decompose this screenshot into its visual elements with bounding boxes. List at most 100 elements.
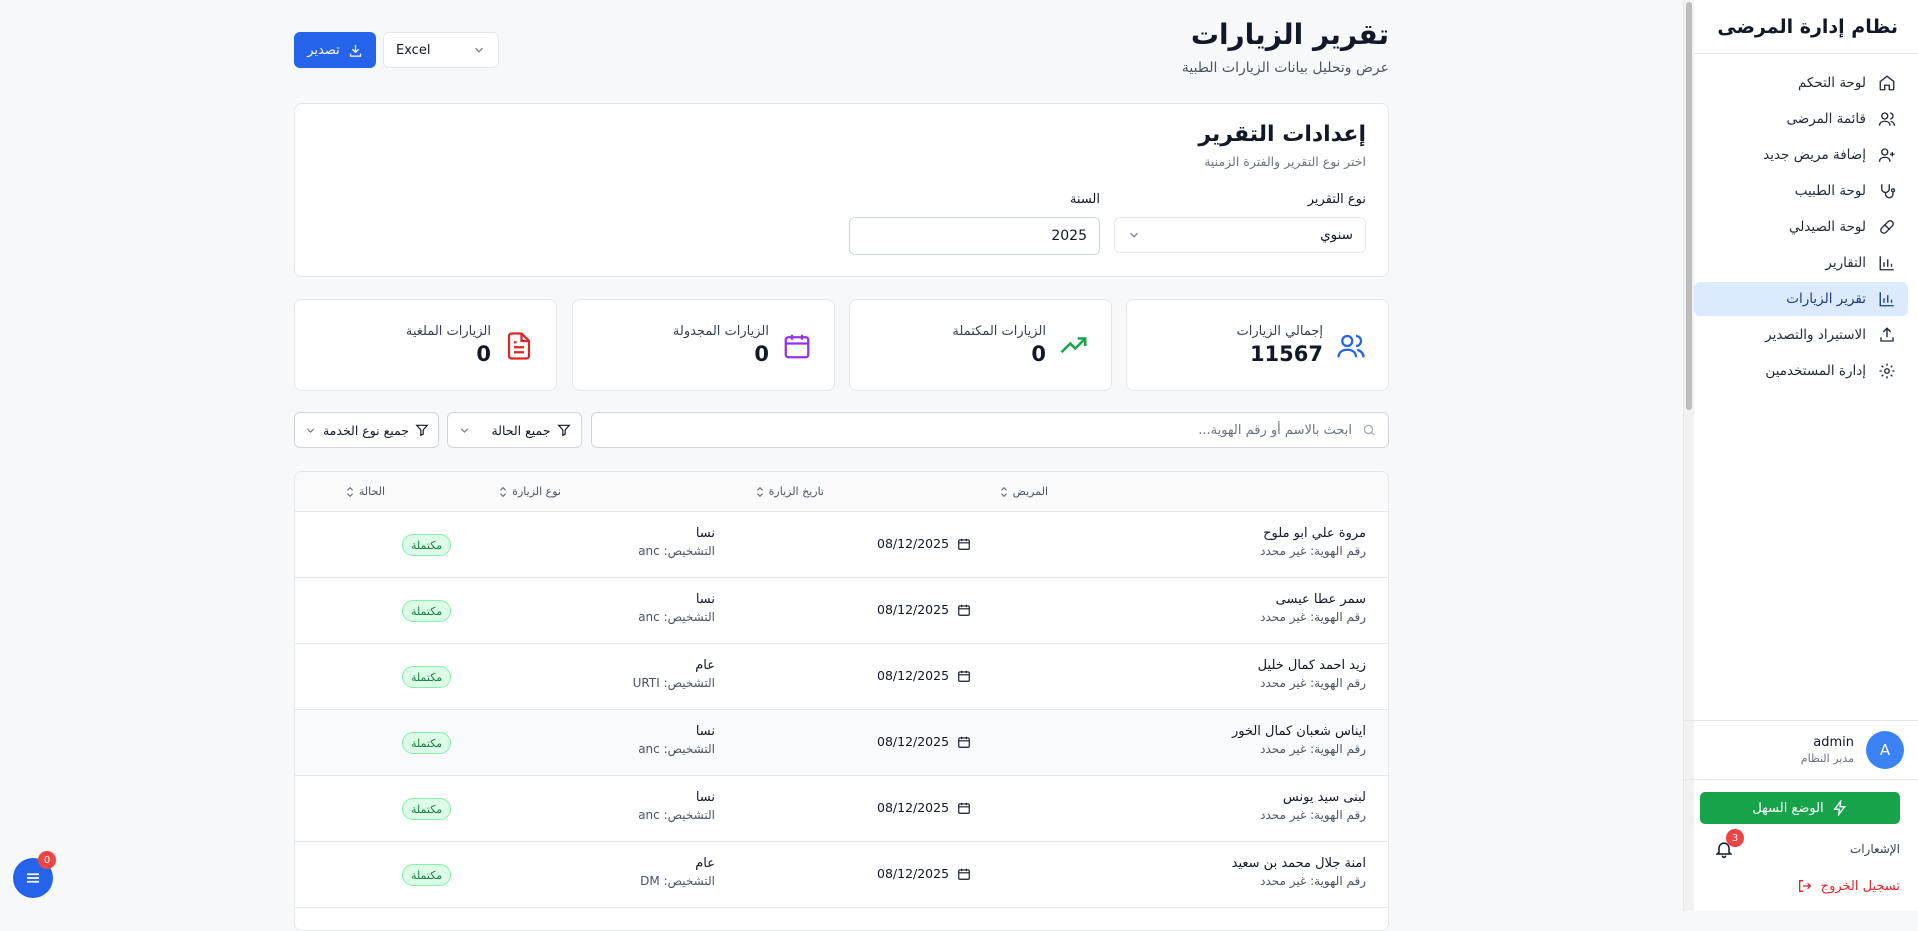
- upload-icon: [1880, 327, 1894, 342]
- visit-type-cell: نسا التشخيص: anc: [638, 526, 715, 558]
- settings-title: إعدادات التقرير: [1198, 122, 1366, 147]
- user-panel[interactable]: A admin مدير النظام: [1684, 720, 1918, 780]
- sidebar-item-label: الاستيراد والتصدير: [1765, 327, 1866, 343]
- column-label: المريض: [1012, 485, 1048, 498]
- service-filter-label: جميع نوع الخدمة: [322, 422, 410, 438]
- sidebar-item-users[interactable]: إدارة المستخدمين: [1694, 354, 1908, 388]
- stat-card-completed: الزيارات المكتملة 0: [849, 299, 1112, 391]
- report-type-select[interactable]: سنوي: [1114, 217, 1366, 253]
- sidebar-item-import-export[interactable]: الاستيراد والتصدير: [1694, 318, 1908, 352]
- sidebar-item-add-patient[interactable]: إضافة مريض جديد: [1694, 138, 1908, 172]
- zap-icon: [1833, 800, 1846, 816]
- stat-card-total: إجمالي الزيارات 11567: [1126, 299, 1389, 391]
- export-format-select[interactable]: Excel: [383, 32, 499, 68]
- status-badge: مكتملة: [402, 666, 452, 688]
- year-label: السنة: [1069, 192, 1100, 207]
- status-badge: مكتملة: [402, 600, 452, 622]
- export-button[interactable]: تصدير: [294, 32, 376, 68]
- year-input[interactable]: 2025: [849, 217, 1100, 255]
- sidebar-item-visits-report[interactable]: تقرير الزيارات: [1694, 282, 1908, 316]
- table-row[interactable]: امنة جلال محمد بن سعيد رقم الهوية: غير مح…: [295, 842, 1388, 908]
- easy-mode-button[interactable]: الوضع السهل: [1700, 792, 1900, 824]
- visit-date: 08/12/2025: [877, 734, 950, 749]
- table-row[interactable]: لبنى سيد يونس رقم الهوية: غير محدد 08/12/…: [295, 776, 1388, 842]
- table-row[interactable]: ايناس شعبان كمال الخور رقم الهوية: غير مح…: [295, 710, 1388, 776]
- sidebar-item-label: التقارير: [1825, 255, 1866, 271]
- visits-table: المريض تاريخ الزيارة نوع الزيارة الحالة …: [294, 471, 1389, 931]
- sidebar-item-reports[interactable]: التقارير: [1694, 246, 1908, 280]
- visit-type: نسا: [695, 790, 715, 805]
- patient-cell: سمر عطا عيسى رقم الهوية: غير محدد: [1260, 592, 1366, 624]
- calendar-icon: [958, 868, 970, 880]
- calendar-icon: [958, 802, 970, 814]
- visit-type-cell: عام التشخيص: URTI: [633, 658, 715, 690]
- column-label: الحالة: [358, 485, 385, 498]
- bar-chart-icon: [1879, 256, 1894, 271]
- diagnosis: التشخيص: URTI: [632, 676, 715, 690]
- sidebar-item-pharmacist[interactable]: لوحة الصيدلي: [1694, 210, 1908, 244]
- calendar-icon: [958, 538, 970, 550]
- patient-name: زيد احمد كمال خليل: [1257, 658, 1366, 673]
- notifications-badge: 3: [1726, 829, 1744, 847]
- patient-cell: امنة جلال محمد بن سعيد رقم الهوية: غير مح…: [1232, 856, 1366, 888]
- patient-cell: لبنى سيد يونس رقم الهوية: غير محدد: [1260, 790, 1366, 822]
- patient-id: رقم الهوية: غير محدد: [1260, 874, 1366, 888]
- scrollbar-thumb[interactable]: [1686, 2, 1692, 410]
- status-badge: مكتملة: [402, 732, 452, 754]
- patient-cell: مروة علي ابو ملوح رقم الهوية: غير محدد: [1260, 526, 1366, 558]
- patient-name: لبنى سيد يونس: [1282, 790, 1366, 805]
- notifications-row[interactable]: الإشعارات 3: [1700, 829, 1900, 862]
- status-badge: مكتملة: [402, 534, 452, 556]
- chevron-down-icon: [461, 427, 469, 433]
- visit-type: عام: [695, 658, 715, 673]
- column-status[interactable]: الحالة: [345, 485, 385, 498]
- column-visit-date[interactable]: تاريخ الزيارة: [755, 485, 824, 498]
- sort-icon: [346, 486, 353, 497]
- sidebar-nav: لوحة التحكم قائمة المرضى إضافة مريض جديد…: [1684, 54, 1918, 402]
- visit-date-cell: 08/12/2025: [877, 536, 971, 551]
- sort-icon: [500, 486, 507, 497]
- menu-icon: [27, 873, 39, 883]
- visit-type-cell: نسا التشخيص: anc: [638, 724, 715, 756]
- visit-date: 08/12/2025: [877, 602, 950, 617]
- stat-label: الزيارات المجدولة: [672, 324, 769, 339]
- export-label: تصدير: [307, 42, 340, 58]
- visit-type-cell: نسا التشخيص: anc: [638, 592, 715, 624]
- report-type-label: نوع التقرير: [1307, 192, 1366, 207]
- sidebar-item-doctor[interactable]: لوحة الطبيب: [1694, 174, 1908, 208]
- visit-date-cell: 08/12/2025: [877, 602, 971, 617]
- column-visit-type[interactable]: نوع الزيارة: [498, 485, 561, 498]
- visit-date: 08/12/2025: [877, 866, 950, 881]
- logout-button[interactable]: تسجيل الخروج: [1700, 874, 1900, 898]
- service-type-filter[interactable]: جميع نوع الخدمة: [294, 412, 439, 448]
- patient-name: مروة علي ابو ملوح: [1263, 526, 1366, 541]
- search-input[interactable]: ابحث بالاسم أو رقم الهوية...: [591, 412, 1389, 448]
- stat-label: الزيارات الملغية: [405, 324, 491, 339]
- table-row[interactable]: زيد احمد كمال خليل رقم الهوية: غير محدد 0…: [295, 644, 1388, 710]
- table-row[interactable]: سمر عطا عيسى رقم الهوية: غير محدد 08/12/2…: [295, 578, 1388, 644]
- sidebar-item-patients[interactable]: قائمة المرضى: [1694, 102, 1908, 136]
- diagnosis: التشخيص: anc: [638, 610, 715, 624]
- floating-menu-button[interactable]: 0: [13, 851, 56, 898]
- logout-label: تسجيل الخروج: [1820, 878, 1900, 894]
- visit-date: 08/12/2025: [877, 800, 950, 815]
- sidebar-item-label: إدارة المستخدمين: [1765, 363, 1866, 379]
- user-info: admin مدير النظام: [1801, 735, 1854, 765]
- visit-type: عام: [695, 856, 715, 871]
- visit-date: 08/12/2025: [877, 536, 950, 551]
- visit-date-cell: 08/12/2025: [877, 734, 971, 749]
- sidebar-item-dashboard[interactable]: لوحة التحكم: [1694, 66, 1908, 100]
- stat-value: 11567: [1249, 342, 1323, 366]
- stat-card-cancelled: الزيارات الملغية 0: [294, 299, 557, 391]
- calendar-icon: [784, 334, 810, 359]
- main-content: تقرير الزيارات عرض وتحليل بيانات الزيارا…: [294, 0, 1389, 931]
- table-row[interactable]: مروة علي ابو ملوح رقم الهوية: غير محدد 08…: [295, 512, 1388, 578]
- status-filter[interactable]: جميع الحالة: [447, 412, 582, 448]
- visit-date-cell: 08/12/2025: [877, 866, 971, 881]
- patient-id: رقم الهوية: غير محدد: [1260, 742, 1366, 756]
- notifications-button[interactable]: 3: [1712, 829, 1744, 861]
- user-role: مدير النظام: [1800, 752, 1854, 765]
- column-patient[interactable]: المريض: [999, 485, 1048, 498]
- users-icon: [1878, 112, 1896, 126]
- patient-name: ايناس شعبان كمال الخور: [1231, 724, 1366, 739]
